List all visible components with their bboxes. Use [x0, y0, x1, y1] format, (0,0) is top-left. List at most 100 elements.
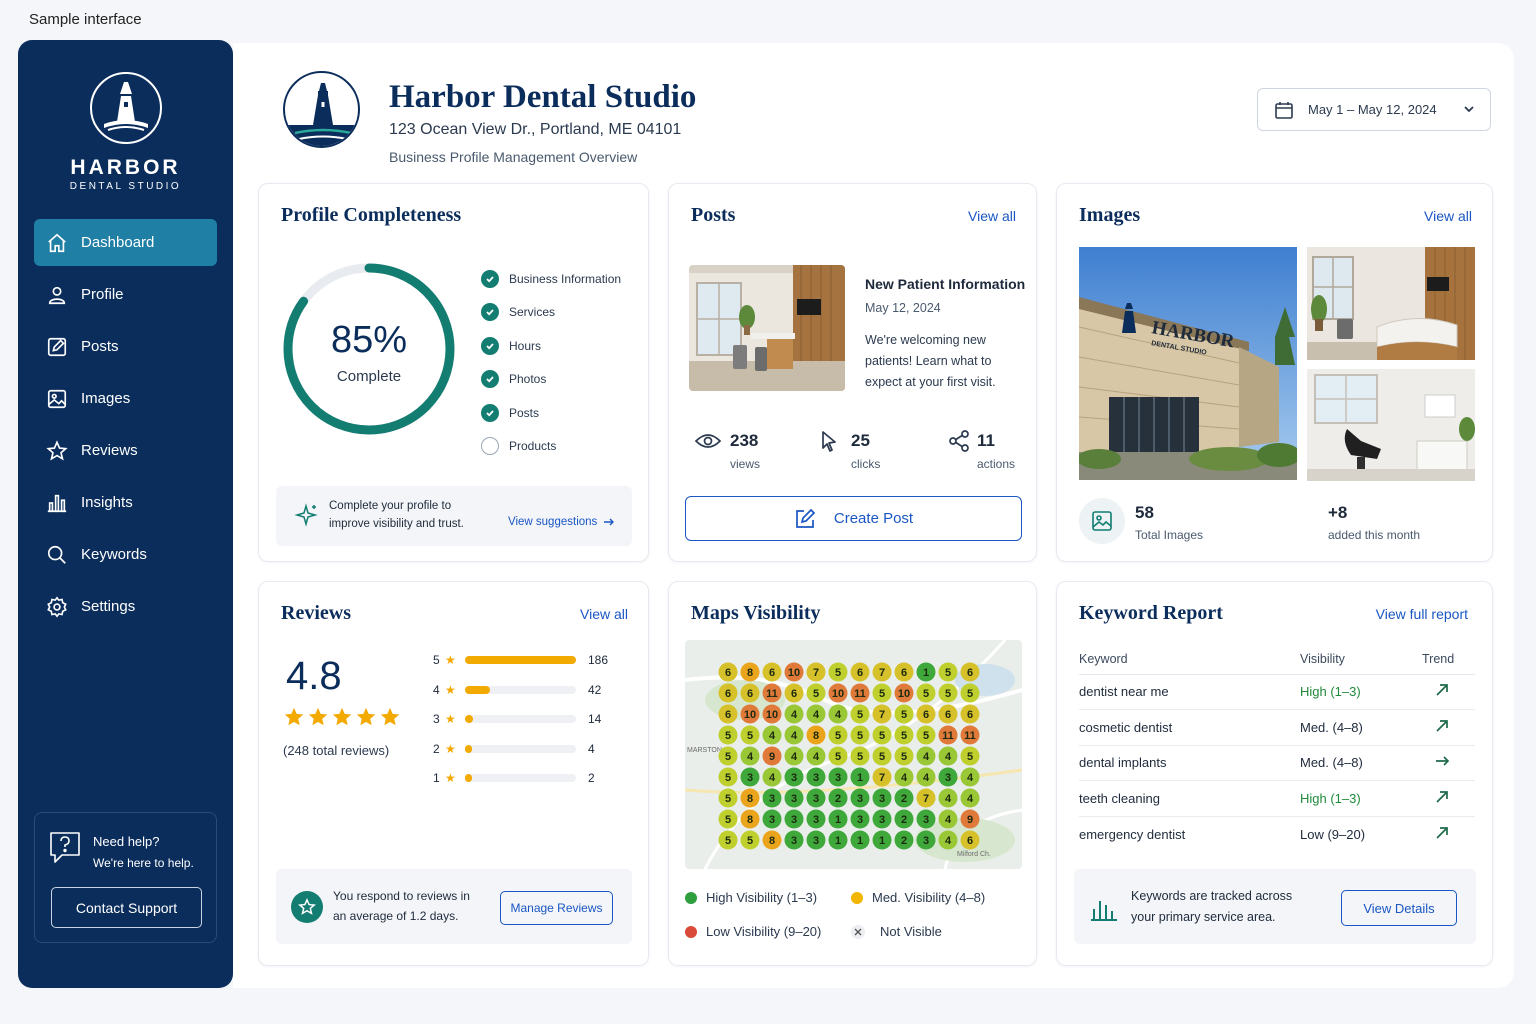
- keyword-cell: emergency dentist: [1079, 826, 1186, 842]
- bar-chart-icon: [47, 494, 67, 512]
- map-grid-rank: 6: [769, 667, 775, 679]
- map-grid-rank: 5: [725, 835, 731, 847]
- checklist-label: Business Information: [509, 271, 622, 286]
- map-grid-rank: 5: [901, 709, 907, 721]
- keyword-row[interactable]: teeth cleaning High (1–3): [1079, 780, 1475, 817]
- keyword-row[interactable]: cosmetic dentist Med. (4–8): [1079, 709, 1475, 746]
- views-value: 238: [730, 431, 759, 450]
- map-grid-rank: 6: [725, 709, 731, 721]
- sidebar-item-keywords[interactable]: Keywords: [34, 531, 217, 578]
- map-grid-rank: 6: [725, 667, 731, 679]
- star-icon: [308, 707, 328, 726]
- rating-count: 4: [588, 741, 595, 756]
- business-address: 123 Ocean View Dr., Portland, ME 04101: [389, 121, 682, 138]
- help-title: Need help?: [93, 834, 160, 849]
- checklist-item: Posts: [481, 396, 621, 430]
- sidebar-item-reviews[interactable]: Reviews: [34, 427, 217, 474]
- sidebar-item-label: Keywords: [81, 546, 147, 563]
- brand-subtitle: DENTAL STUDIO: [69, 181, 182, 192]
- keyword-table: Keyword Visibility Trend dentist near me…: [1079, 644, 1475, 852]
- response-text-line: an average of 1.2 days.: [333, 909, 459, 923]
- business-name: Harbor Dental Studio: [389, 79, 697, 115]
- map-place-label: MARSTON: [687, 747, 722, 754]
- business-subtitle: Business Profile Management Overview: [389, 149, 638, 165]
- exam-room-photo[interactable]: [1307, 369, 1475, 481]
- map-grid-rank: 3: [813, 772, 819, 784]
- rating-count: 2: [588, 771, 595, 785]
- map-grid-rank: 4: [791, 730, 798, 742]
- bar-chart-icon: [1091, 901, 1117, 921]
- tip-text-line: Complete your profile to: [329, 500, 452, 512]
- keyword-note-line: Keywords are tracked across: [1131, 889, 1293, 903]
- date-range-label: May 1 – May 12, 2024: [1308, 102, 1437, 117]
- sidebar-item-label: Images: [81, 390, 131, 407]
- map-grid-rank: 5: [725, 814, 731, 826]
- clicks-stat: 25 clicks: [851, 431, 880, 471]
- total-images-stat: 58 Total Images: [1135, 503, 1203, 542]
- map-grid-rank: 4: [791, 709, 798, 721]
- visibility-map[interactable]: MARSTON Milford Ch. 6 8 6 10 7 5 6 7 6 1 5 66 6 11 6 5 1…: [685, 640, 1022, 869]
- keyword-note: Keywords are tracked across your primary…: [1074, 869, 1476, 944]
- contact-support-button[interactable]: Contact Support: [51, 887, 202, 928]
- post-title[interactable]: New Patient Information: [865, 276, 1025, 292]
- map-grid-rank: 3: [769, 793, 775, 805]
- sidebar-item-profile[interactable]: Profile: [34, 271, 217, 318]
- sidebar-item-insights[interactable]: Insights: [34, 479, 217, 526]
- rating-bar-row: 2 ★ 4: [433, 739, 595, 759]
- create-post-button[interactable]: Create Post: [685, 496, 1022, 541]
- card-title: Posts: [691, 204, 736, 226]
- response-text-line: You respond to reviews in: [333, 889, 470, 903]
- legend-med: Med. Visibility (4–8): [851, 890, 985, 905]
- exterior-photo[interactable]: HARBOR DENTAL STUDIO: [1079, 247, 1297, 480]
- view-full-report-link[interactable]: View full report: [1376, 606, 1468, 622]
- map-grid-rank: 8: [747, 814, 753, 826]
- images-view-all-link[interactable]: View all: [1424, 208, 1472, 224]
- view-details-button[interactable]: View Details: [1341, 890, 1457, 926]
- map-grid-rank: 7: [813, 667, 819, 679]
- manage-reviews-button[interactable]: Manage Reviews: [500, 891, 613, 925]
- map-grid-rank: 11: [964, 730, 976, 742]
- main-panel: Harbor Dental Studio 123 Ocean View Dr.,…: [233, 43, 1514, 988]
- images-total-badge: [1079, 498, 1125, 544]
- create-post-label: Create Post: [833, 510, 914, 527]
- map-grid-rank: 1: [835, 835, 841, 847]
- reviews-view-all-link[interactable]: View all: [580, 606, 628, 622]
- sidebar-item-images[interactable]: Images: [34, 375, 217, 422]
- date-range-picker[interactable]: May 1 – May 12, 2024: [1257, 88, 1491, 131]
- sidebar-item-label: Settings: [81, 598, 136, 615]
- sidebar-item-settings[interactable]: Settings: [34, 583, 217, 630]
- visibility-cell: High (1–3): [1300, 780, 1422, 817]
- clicks-value: 25: [851, 431, 870, 450]
- interior-reception-photo[interactable]: [1307, 247, 1475, 360]
- map-grid-rank: 3: [857, 814, 863, 826]
- rating-count: 186: [588, 653, 609, 667]
- legend-not-visible: Not Visible: [851, 924, 942, 939]
- map-grid-rank: 4: [945, 751, 952, 763]
- visibility-cell: Med. (4–8): [1300, 745, 1422, 781]
- post-thumbnail[interactable]: [689, 265, 845, 391]
- rating-level: 1: [433, 771, 440, 785]
- map-grid-rank: 5: [835, 751, 841, 763]
- map-grid-rank: 5: [879, 730, 885, 742]
- card-title: Reviews: [281, 602, 351, 624]
- checklist-item: Business Information: [481, 262, 621, 296]
- posts-view-all-link[interactable]: View all: [968, 208, 1016, 224]
- user-icon: [48, 286, 66, 304]
- total-images-label: Total Images: [1135, 528, 1204, 542]
- keyword-row[interactable]: emergency dentist Low (9–20): [1079, 816, 1475, 852]
- eye-icon: [695, 434, 721, 448]
- sidebar-item-dashboard[interactable]: Dashboard: [34, 219, 217, 266]
- completeness-label: Complete: [336, 368, 402, 385]
- map-grid-rank: 7: [879, 709, 885, 721]
- rating-bar-fill: [465, 715, 474, 723]
- view-suggestions-link[interactable]: View suggestions: [508, 516, 615, 528]
- map-grid-rank: 4: [813, 709, 820, 721]
- map-grid-rank: 5: [857, 730, 863, 742]
- map-grid-rank: 5: [901, 751, 907, 763]
- keyword-row[interactable]: dentist near me High (1–3): [1079, 674, 1475, 710]
- map-grid-rank: 1: [857, 835, 863, 847]
- sidebar-item-posts[interactable]: Posts: [34, 323, 217, 370]
- legend-dot: [685, 891, 697, 904]
- keyword-row[interactable]: dental implants Med. (4–8): [1079, 745, 1475, 781]
- check-circle-icon: [481, 336, 499, 355]
